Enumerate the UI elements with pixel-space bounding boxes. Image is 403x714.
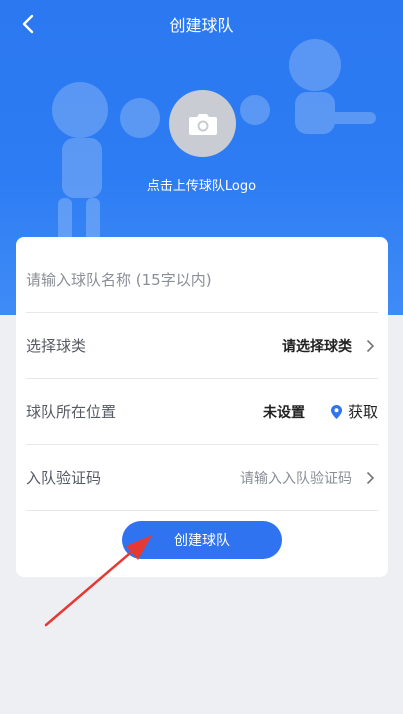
upload-logo-label: 点击上传球队Logo — [146, 179, 257, 194]
chevron-right-icon — [366, 471, 378, 485]
chevron-right-icon — [366, 339, 378, 353]
map-pin-icon — [330, 404, 342, 419]
annotation-arrow-icon — [44, 535, 152, 627]
logo-upload-button[interactable] — [169, 90, 236, 157]
team-form-card: 选择球类 请选择球类 球队所在位置 未设置 获取 入队验证码 请输入入队验证码 … — [16, 237, 388, 577]
sport-select-row[interactable]: 选择球类 请选择球类 — [26, 313, 378, 379]
verify-placeholder: 请输入入队验证码 — [240, 470, 352, 487]
location-row: 球队所在位置 未设置 获取 — [26, 379, 378, 445]
fetch-label: 获取 — [347, 403, 378, 421]
page-title: 创建球队 — [169, 16, 234, 35]
verify-label: 入队验证码 — [26, 469, 102, 487]
verify-code-row[interactable]: 入队验证码 请输入入队验证码 — [26, 445, 378, 511]
fetch-location-button[interactable]: 获取 — [330, 401, 378, 422]
team-name-input[interactable] — [26, 270, 378, 289]
location-value: 未设置 — [262, 404, 305, 421]
location-label: 球队所在位置 — [26, 403, 117, 421]
camera-icon — [188, 113, 217, 135]
sport-label: 选择球类 — [26, 337, 87, 355]
team-name-row — [26, 247, 378, 313]
sport-value: 请选择球类 — [282, 338, 352, 355]
